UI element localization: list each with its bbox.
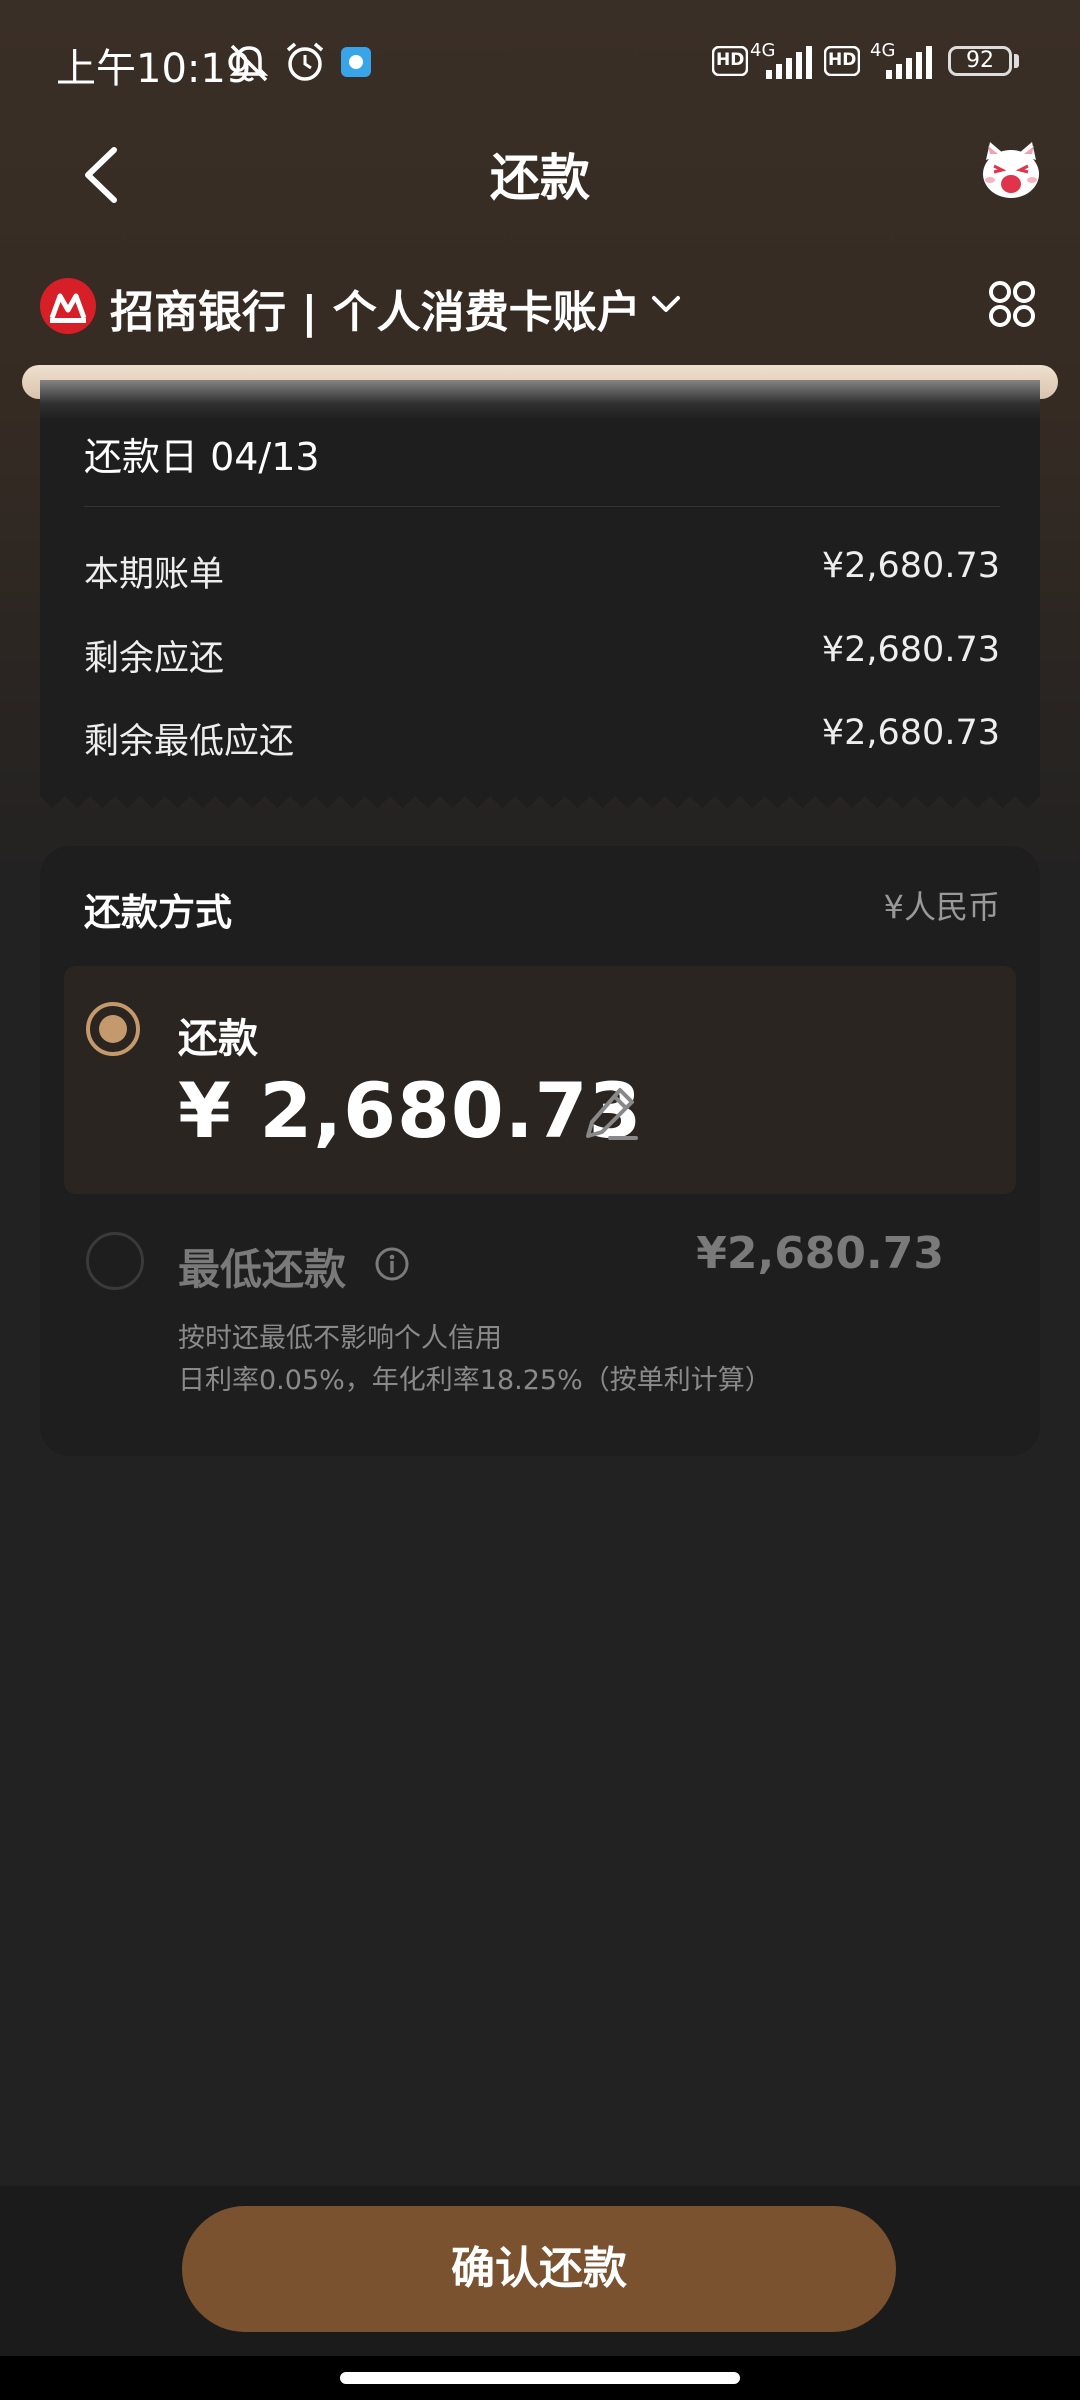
bill-row-label: 本期账单 bbox=[84, 555, 225, 595]
signal-icon bbox=[766, 46, 812, 79]
signal-icon bbox=[886, 46, 932, 79]
confirm-repayment-button[interactable]: 确认还款 bbox=[182, 2206, 896, 2332]
status-time: 上午10:19 bbox=[56, 46, 252, 92]
radio-selected[interactable] bbox=[86, 1002, 140, 1056]
bill-row-minimum: 剩余最低应还 ¥2,680.73 bbox=[84, 713, 1000, 763]
edit-amount-icon[interactable] bbox=[582, 1084, 640, 1142]
payment-method-title: 还款方式 bbox=[84, 891, 232, 934]
option-minimum-label[interactable]: 最低还款 bbox=[178, 1236, 346, 1297]
home-indicator[interactable] bbox=[340, 2372, 740, 2384]
alarm-icon bbox=[286, 42, 324, 81]
battery-tip bbox=[1014, 54, 1019, 68]
app-notification-icon bbox=[341, 47, 371, 77]
receipt-shadow bbox=[40, 380, 1040, 420]
payment-method-card: 还款方式 ¥人民币 还款 ¥ 2,680.73 最低还款 ¥2,680.73 按… bbox=[40, 846, 1040, 1456]
option-full-label: 还款 bbox=[178, 1016, 258, 1062]
radio-unselected[interactable] bbox=[86, 1232, 144, 1290]
bill-row-value: ¥2,680.73 bbox=[821, 546, 1000, 586]
bill-row-current: 本期账单 ¥2,680.73 bbox=[84, 546, 1000, 596]
currency-label: ¥人民币 bbox=[883, 888, 1000, 926]
status-bar: 上午10:19 HD 4G HD 4G 92 bbox=[0, 0, 1080, 125]
bill-row-label: 剩余最低应还 bbox=[84, 722, 295, 762]
grid-menu-icon[interactable] bbox=[988, 280, 1036, 328]
option-minimum-note: 按时还最低不影响个人信用 bbox=[178, 1323, 502, 1354]
receipt-zigzag-edge bbox=[40, 792, 1040, 808]
option-minimum-rate: 日利率0.05%，年化利率18.25%（按单利计算） bbox=[178, 1365, 772, 1396]
option-full-amount: ¥ 2,680.73 bbox=[178, 1066, 643, 1155]
cat-mascot-icon[interactable] bbox=[976, 140, 1046, 202]
option-minimum-amount: ¥2,680.73 bbox=[696, 1228, 944, 1279]
page-title: 还款 bbox=[490, 149, 590, 207]
bill-row-value: ¥2,680.73 bbox=[821, 713, 1000, 753]
due-date: 还款日 04/13 bbox=[84, 435, 320, 479]
divider bbox=[84, 506, 1000, 507]
option-full-repayment[interactable]: 还款 ¥ 2,680.73 bbox=[64, 966, 1016, 1194]
chevron-down-icon[interactable] bbox=[648, 292, 684, 316]
bill-row-label: 剩余应还 bbox=[84, 639, 225, 679]
info-icon[interactable] bbox=[374, 1246, 410, 1282]
bell-muted-icon bbox=[229, 44, 269, 82]
bill-row-value: ¥2,680.73 bbox=[821, 630, 1000, 670]
account-selector[interactable]: 招商银行 | 个人消费卡账户 bbox=[110, 276, 641, 340]
bill-row-remaining: 剩余应还 ¥2,680.73 bbox=[84, 630, 1000, 680]
hd-label: HD bbox=[828, 50, 857, 70]
bill-receipt: 还款日 04/13 本期账单 ¥2,680.73 剩余应还 ¥2,680.73 … bbox=[40, 380, 1040, 792]
battery-indicator: 92 bbox=[948, 46, 1012, 76]
cmb-bank-logo-icon bbox=[40, 278, 96, 334]
hd-label: HD bbox=[716, 50, 745, 70]
